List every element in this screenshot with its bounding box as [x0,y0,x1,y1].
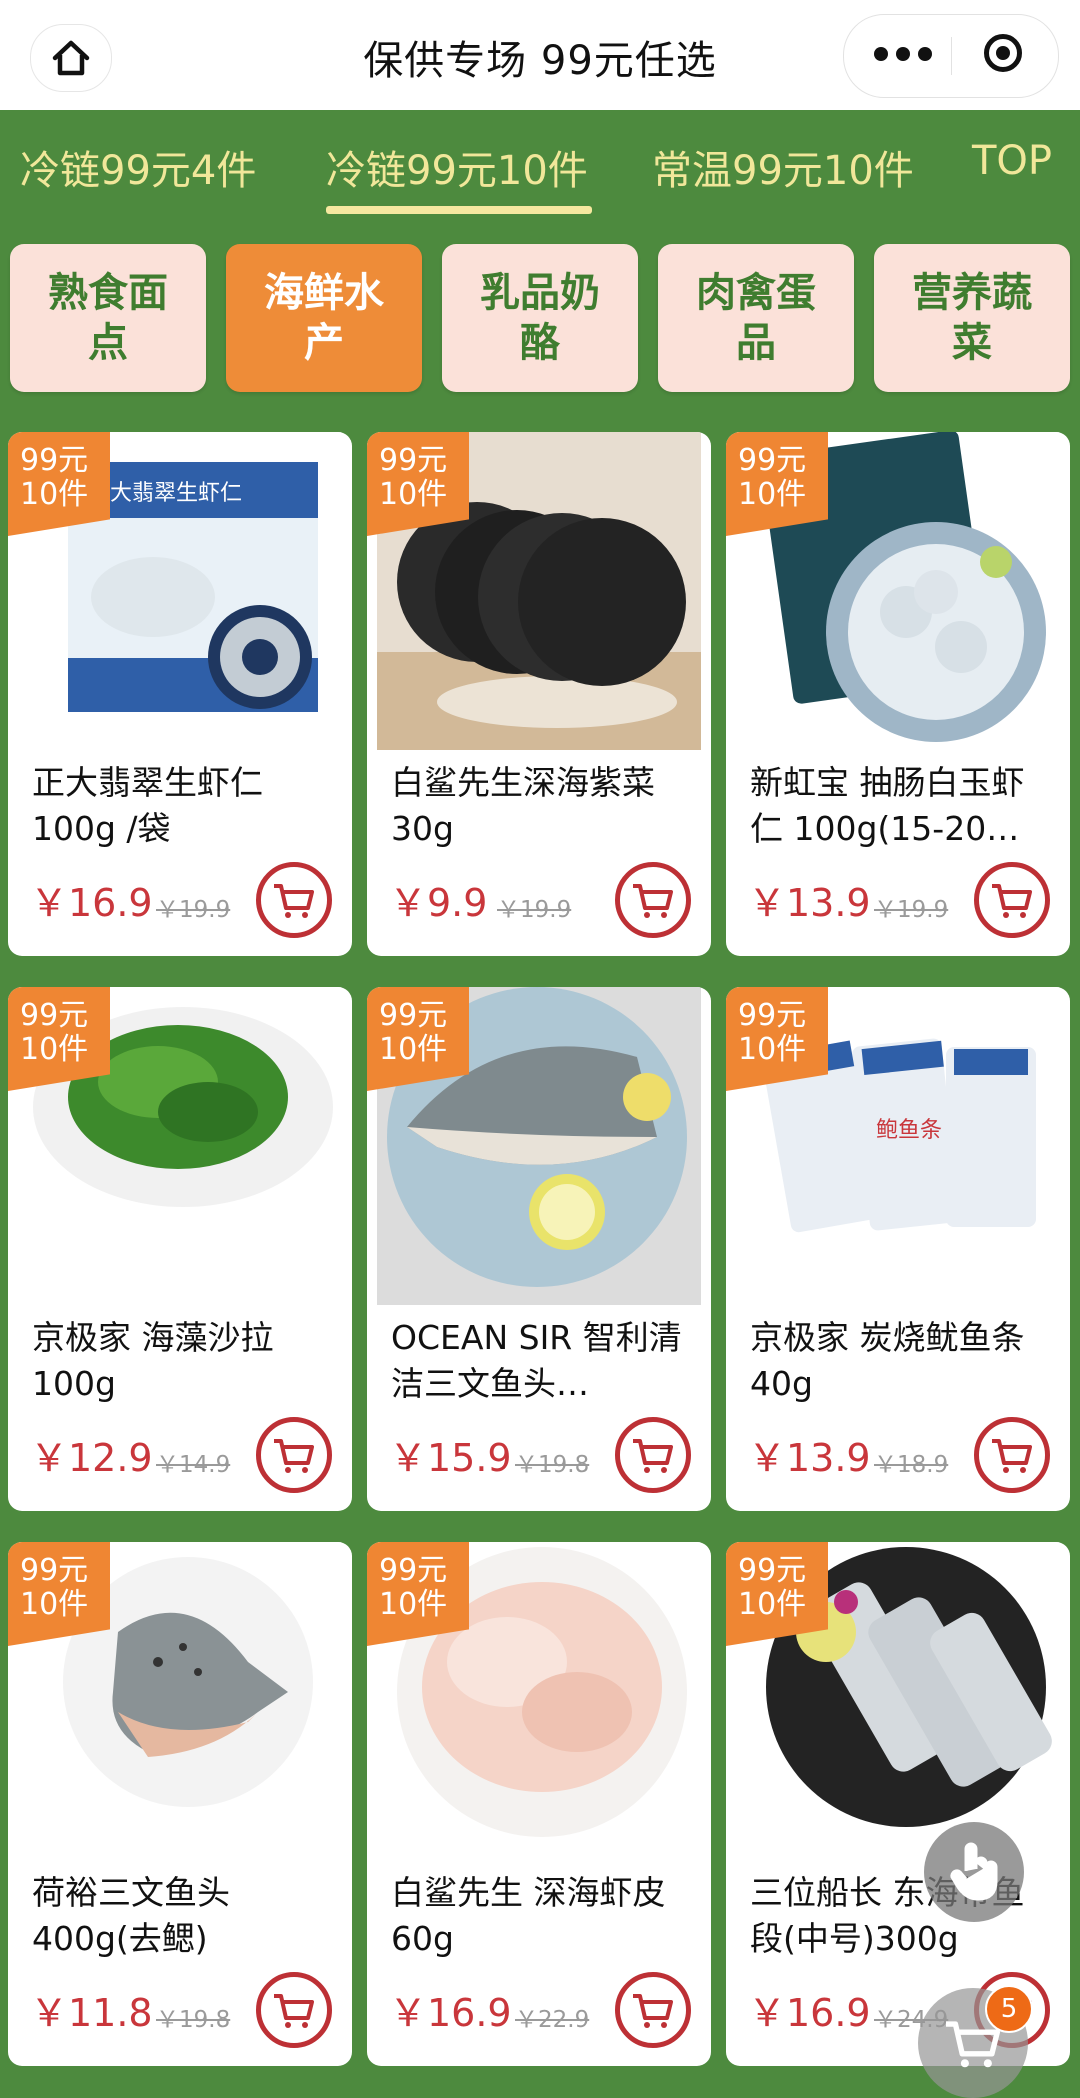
add-to-cart-button[interactable] [256,1972,332,2048]
add-to-cart-button[interactable] [256,862,332,938]
product-price: ￥12.9 [30,1436,153,1480]
product-price: ￥13.9 [748,881,871,925]
category-label: 乳品奶酪 [480,270,600,366]
category-meat-eggs[interactable]: 肉禽蛋品 [658,244,854,392]
add-to-cart-button[interactable] [615,1417,691,1493]
category-label: 熟食面点 [48,270,168,366]
product-price: ￥16.9 [30,881,153,925]
product-name: 新虹宝 抽肠白玉虾仁 100g(15-20… [750,763,1025,848]
original-price: ￥19.8 [515,1452,590,1478]
tab-ambient-99-10[interactable]: 常温99元10件 [652,138,914,196]
product-name: 京极家 海藻沙拉100g [32,1318,274,1403]
add-to-cart-button[interactable] [615,862,691,938]
promo-badge: 99元 10件 [726,432,828,536]
product-card[interactable]: 99元 10件 新虹宝 抽肠白玉虾仁 100g(15-20… ￥13.9 ￥19.… [726,432,1070,956]
product-card[interactable]: 99元 10件 OCEAN SIR 智利清洁三文鱼头… ￥15.9 ￥19.8 [367,987,711,1511]
active-tab-indicator [326,206,592,214]
tab-bar: 冷链99元4件 冷链99元10件 常温99元10件 TOP [0,110,1080,218]
product-price: ￥11.8 [30,1991,153,2035]
original-price: ￥19.9 [497,897,572,923]
product-name: OCEAN SIR 智利清洁三文鱼头… [391,1318,682,1403]
original-price: ￥19.9 [156,897,231,923]
cart-icon [633,884,673,918]
product-name: 荷裕三文鱼头400g(去鳃) [32,1873,230,1958]
category-label: 营养蔬菜 [912,270,1032,366]
product-name: 白鲨先生深海紫菜30g [391,763,655,848]
title-bar: 保供专场 99元任选 [0,0,1080,110]
add-to-cart-button[interactable] [615,1972,691,2048]
svg-text:鲍鱼条: 鲍鱼条 [876,1118,942,1143]
product-price: ￥16.9 [748,1991,871,2035]
more-dots-icon[interactable] [874,47,932,61]
product-name: 京极家 炭烧鱿鱼条40g [750,1318,1025,1403]
tab-cold-99-4[interactable]: 冷链99元4件 [20,138,256,196]
category-dairy[interactable]: 乳品奶酪 [442,244,638,392]
mini-program-capsule [843,14,1059,98]
product-name: 白鲨先生 深海虾皮60g [391,1873,666,1958]
promo-badge: 99元 10件 [8,987,110,1091]
tab-cold-99-10[interactable]: 冷链99元10件 [326,138,588,196]
product-price: ￥16.9 [389,1991,512,2035]
touch-icon [950,1842,998,1901]
cart-icon [633,1439,673,1473]
category-deli[interactable]: 熟食面点 [10,244,206,392]
svg-text:正大翡翠生虾仁: 正大翡翠生虾仁 [88,481,242,506]
product-card[interactable]: 鲍鱼条 99元 10件 京极家 炭烧鱿鱼条40g ￥13.9 ￥18.9 [726,987,1070,1511]
original-price: ￥14.9 [156,1452,231,1478]
product-price: ￥15.9 [389,1436,512,1480]
promo-badge: 99元 10件 [726,987,828,1091]
original-price: ￥22.9 [515,2007,590,2033]
product-card[interactable]: 正大翡翠生虾仁 99元 10件 正大翡翠生虾仁100g /袋 ￥16.9 ￥19.… [8,432,352,956]
capsule-divider [951,37,952,75]
target-icon[interactable] [984,34,1022,72]
original-price: ￥18.9 [874,1452,949,1478]
product-card[interactable]: 99元 10件 白鲨先生 深海虾皮60g ￥16.9 ￥22.9 [367,1542,711,2066]
add-to-cart-button[interactable] [974,1417,1050,1493]
product-name: 正大翡翠生虾仁100g /袋 [32,763,263,848]
category-vegetables[interactable]: 营养蔬菜 [874,244,1070,392]
category-label: 海鲜水产 [264,270,384,366]
product-price: ￥9.9 [389,881,488,925]
add-to-cart-button[interactable] [974,862,1050,938]
cart-icon [992,884,1032,918]
promo-badge: 99元 10件 [367,432,469,536]
promo-badge: 99元 10件 [8,1542,110,1646]
add-to-cart-button[interactable] [256,1417,332,1493]
product-card[interactable]: 99元 10件 白鲨先生深海紫菜30g ￥9.9 ￥19.9 [367,432,711,956]
category-seafood[interactable]: 海鲜水产 [226,244,422,392]
original-price: ￥19.9 [874,897,949,923]
cart-icon [274,1439,314,1473]
promo-badge: 99元 10件 [8,432,110,536]
tab-top[interactable]: TOP [972,138,1052,184]
cart-icon [274,884,314,918]
cart-icon [992,1439,1032,1473]
product-price: ￥13.9 [748,1436,871,1480]
touch-assist-button[interactable] [924,1822,1024,1922]
cart-icon [274,1994,314,2028]
original-price: ￥19.8 [156,2007,231,2033]
promo-badge: 99元 10件 [367,987,469,1091]
product-card[interactable]: 99元 10件 荷裕三文鱼头400g(去鳃) ￥11.8 ￥19.8 [8,1542,352,2066]
category-label: 肉禽蛋品 [696,270,816,366]
cart-icon [633,1994,673,2028]
promo-badge: 99元 10件 [367,1542,469,1646]
cart-count-badge: 5 [985,1985,1033,2033]
product-card[interactable]: 99元 10件 京极家 海藻沙拉100g ￥12.9 ￥14.9 [8,987,352,1511]
promo-badge: 99元 10件 [726,1542,828,1646]
